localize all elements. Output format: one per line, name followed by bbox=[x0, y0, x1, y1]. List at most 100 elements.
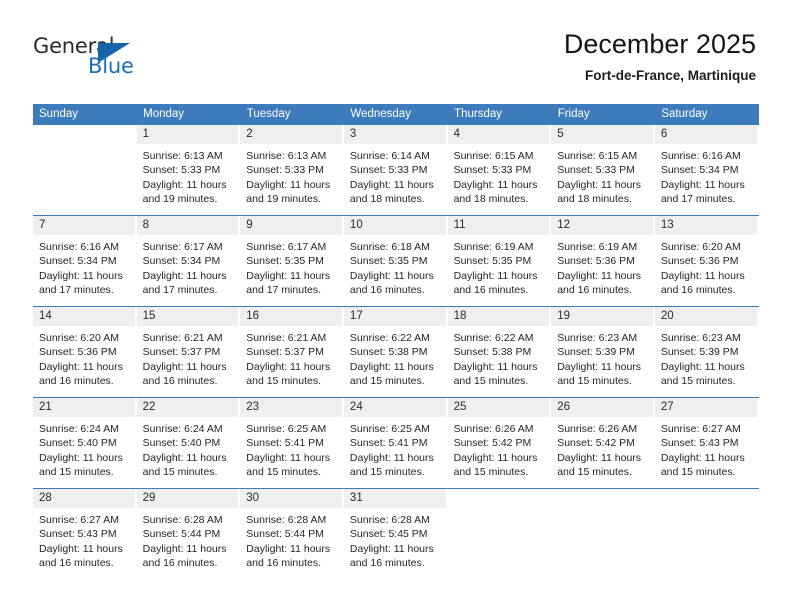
day-sun-info: Sunrise: 6:24 AM Sunset: 5:40 PM Daylight:… bbox=[137, 417, 241, 480]
day-info-line: Sunset: 5:38 PM bbox=[349, 346, 428, 359]
day-info-line: Sunrise: 6:23 AM bbox=[557, 332, 638, 344]
calendar-day-cell[interactable]: 22 Sunrise: 6:24 AM Sunset: 5:40 PM Dayligh… bbox=[136, 397, 241, 489]
day-info-line: and 16 minutes. bbox=[39, 557, 114, 570]
calendar-day-cell[interactable]: 18 Sunrise: 6:22 AM Sunset: 5:38 PM Dayligh… bbox=[447, 306, 552, 398]
calendar-day-cell[interactable]: 14 Sunrise: 6:20 AM Sunset: 5:36 PM Dayligh… bbox=[33, 306, 137, 398]
day-info-line: and 16 minutes. bbox=[557, 284, 632, 297]
weekday-header-wednesday: Wednesday bbox=[343, 104, 449, 125]
day-info-line: Sunrise: 6:25 AM bbox=[349, 423, 430, 435]
title-block: December 2025 Fort-de-France, Martinique bbox=[564, 29, 756, 84]
day-info-line: Sunrise: 6:20 AM bbox=[39, 332, 119, 344]
calendar-day-cell[interactable]: 3 Sunrise: 6:14 AM Sunset: 5:33 PM Daylight… bbox=[343, 125, 448, 216]
calendar-day-cell[interactable]: 20 Sunrise: 6:23 AM Sunset: 5:39 PM Dayligh… bbox=[654, 306, 759, 398]
calendar-week-row: 28 Sunrise: 6:27 AM Sunset: 5:43 PM Dayligh… bbox=[33, 488, 759, 579]
calendar-day-cell[interactable]: 25 Sunrise: 6:26 AM Sunset: 5:42 PM Dayligh… bbox=[447, 397, 552, 489]
day-number: 26 bbox=[551, 398, 655, 417]
calendar-week-row: 1 Sunrise: 6:13 AM Sunset: 5:33 PM Daylight… bbox=[33, 125, 759, 216]
calendar-day-cell[interactable]: 28 Sunrise: 6:27 AM Sunset: 5:43 PM Dayligh… bbox=[33, 488, 137, 579]
day-number: 22 bbox=[136, 398, 241, 417]
calendar-day-cell[interactable]: 24 Sunrise: 6:25 AM Sunset: 5:41 PM Dayligh… bbox=[343, 397, 448, 489]
calendar-day-cell[interactable]: 30 Sunrise: 6:28 AM Sunset: 5:44 PM Dayligh… bbox=[240, 488, 344, 579]
calendar-body: 1 Sunrise: 6:13 AM Sunset: 5:33 PM Daylight… bbox=[33, 125, 759, 579]
day-sun-info: Sunrise: 6:21 AM Sunset: 5:37 PM Daylight:… bbox=[137, 326, 241, 389]
day-info-line: Sunrise: 6:27 AM bbox=[660, 423, 741, 435]
day-info-line: Sunrise: 6:25 AM bbox=[246, 423, 327, 435]
day-number: 30 bbox=[240, 489, 344, 508]
calendar-day-cell[interactable]: 15 Sunrise: 6:21 AM Sunset: 5:37 PM Dayligh… bbox=[136, 306, 241, 398]
day-info-line: Sunset: 5:37 PM bbox=[142, 346, 221, 359]
day-info-line: Daylight: 11 hours bbox=[142, 360, 227, 373]
calendar-day-cell[interactable]: 17 Sunrise: 6:22 AM Sunset: 5:38 PM Dayligh… bbox=[343, 306, 448, 398]
day-number: 15 bbox=[136, 307, 241, 326]
day-info-line: Sunrise: 6:15 AM bbox=[453, 150, 534, 162]
day-info-line: Sunrise: 6:24 AM bbox=[39, 423, 119, 435]
day-sun-info: Sunrise: 6:26 AM Sunset: 5:42 PM Daylight:… bbox=[551, 417, 655, 480]
calendar-day-cell[interactable]: 10 Sunrise: 6:18 AM Sunset: 5:35 PM Dayligh… bbox=[343, 215, 448, 307]
day-info-line: and 15 minutes. bbox=[349, 466, 425, 479]
calendar-cell-empty bbox=[447, 488, 552, 579]
calendar-day-cell[interactable]: 8 Sunrise: 6:17 AM Sunset: 5:34 PM Daylight… bbox=[136, 215, 241, 307]
day-info-line: Daylight: 11 hours bbox=[39, 360, 123, 373]
day-info-line: and 15 minutes. bbox=[557, 466, 632, 479]
calendar-day-cell[interactable]: 11 Sunrise: 6:19 AM Sunset: 5:35 PM Dayligh… bbox=[447, 215, 552, 307]
day-sun-info: Sunrise: 6:28 AM Sunset: 5:44 PM Daylight:… bbox=[240, 508, 344, 571]
day-sun-info: Sunrise: 6:18 AM Sunset: 5:35 PM Daylight:… bbox=[344, 235, 448, 298]
day-info-line: Sunset: 5:36 PM bbox=[660, 255, 739, 268]
calendar-day-cell[interactable]: 26 Sunrise: 6:26 AM Sunset: 5:42 PM Dayligh… bbox=[551, 397, 655, 489]
day-info-line: Sunset: 5:36 PM bbox=[557, 255, 635, 268]
day-info-line: Daylight: 11 hours bbox=[660, 451, 745, 464]
day-number bbox=[33, 125, 137, 144]
day-info-line: and 15 minutes. bbox=[453, 466, 529, 479]
general-blue-logo[interactable]: General Blue bbox=[33, 36, 163, 88]
calendar-day-cell[interactable]: 2 Sunrise: 6:13 AM Sunset: 5:33 PM Daylight… bbox=[240, 125, 344, 216]
day-sun-info: Sunrise: 6:19 AM Sunset: 5:36 PM Daylight:… bbox=[551, 235, 655, 298]
weekday-header-thursday: Thursday bbox=[447, 104, 552, 125]
day-info-line: and 16 minutes. bbox=[660, 284, 736, 297]
day-sun-info: Sunrise: 6:24 AM Sunset: 5:40 PM Daylight:… bbox=[33, 417, 137, 480]
day-sun-info: Sunrise: 6:13 AM Sunset: 5:33 PM Daylight:… bbox=[137, 144, 241, 207]
day-info-line: Sunrise: 6:13 AM bbox=[142, 150, 223, 162]
day-info-line: and 15 minutes. bbox=[142, 466, 218, 479]
day-sun-info: Sunrise: 6:15 AM Sunset: 5:33 PM Daylight:… bbox=[551, 144, 655, 207]
calendar-day-cell[interactable]: 16 Sunrise: 6:21 AM Sunset: 5:37 PM Dayligh… bbox=[240, 306, 344, 398]
day-info-line: Sunrise: 6:16 AM bbox=[39, 241, 119, 253]
day-info-line: Sunrise: 6:27 AM bbox=[39, 514, 119, 526]
calendar-day-cell[interactable]: 5 Sunrise: 6:15 AM Sunset: 5:33 PM Daylight… bbox=[551, 125, 655, 216]
logo-text-blue: Blue bbox=[88, 54, 134, 78]
day-info-line: Daylight: 11 hours bbox=[246, 360, 331, 373]
day-sun-info: Sunrise: 6:25 AM Sunset: 5:41 PM Daylight:… bbox=[240, 417, 344, 480]
day-info-line: Sunrise: 6:21 AM bbox=[246, 332, 327, 344]
day-info-line: Sunrise: 6:28 AM bbox=[246, 514, 327, 526]
calendar-day-cell[interactable]: 19 Sunrise: 6:23 AM Sunset: 5:39 PM Dayligh… bbox=[551, 306, 655, 398]
day-info-line: Daylight: 11 hours bbox=[453, 269, 538, 282]
calendar-day-cell[interactable]: 7 Sunrise: 6:16 AM Sunset: 5:34 PM Daylight… bbox=[33, 215, 137, 307]
calendar-day-cell[interactable]: 1 Sunrise: 6:13 AM Sunset: 5:33 PM Daylight… bbox=[136, 125, 241, 216]
day-info-line: Sunset: 5:43 PM bbox=[39, 528, 117, 541]
day-info-line: Sunset: 5:34 PM bbox=[39, 255, 117, 268]
day-info-line: Sunset: 5:33 PM bbox=[142, 164, 221, 177]
calendar-day-cell[interactable]: 29 Sunrise: 6:28 AM Sunset: 5:44 PM Dayligh… bbox=[136, 488, 241, 579]
calendar-day-cell[interactable]: 31 Sunrise: 6:28 AM Sunset: 5:45 PM Dayligh… bbox=[343, 488, 448, 579]
day-info-line: Sunset: 5:33 PM bbox=[349, 164, 428, 177]
day-number: 21 bbox=[33, 398, 137, 417]
day-info-line: Daylight: 11 hours bbox=[246, 178, 331, 191]
calendar-day-cell[interactable]: 23 Sunrise: 6:25 AM Sunset: 5:41 PM Dayligh… bbox=[240, 397, 344, 489]
day-info-line: Daylight: 11 hours bbox=[349, 269, 434, 282]
day-number: 18 bbox=[447, 307, 552, 326]
day-sun-info: Sunrise: 6:28 AM Sunset: 5:45 PM Daylight:… bbox=[344, 508, 448, 571]
calendar-day-cell[interactable]: 13 Sunrise: 6:20 AM Sunset: 5:36 PM Dayligh… bbox=[654, 215, 759, 307]
day-info-line: and 19 minutes. bbox=[246, 193, 321, 206]
day-number: 8 bbox=[136, 216, 241, 235]
calendar-day-cell[interactable]: 12 Sunrise: 6:19 AM Sunset: 5:36 PM Dayligh… bbox=[551, 215, 655, 307]
calendar-day-cell[interactable]: 6 Sunrise: 6:16 AM Sunset: 5:34 PM Daylight… bbox=[654, 125, 759, 216]
calendar-day-cell[interactable]: 4 Sunrise: 6:15 AM Sunset: 5:33 PM Daylight… bbox=[447, 125, 552, 216]
day-info-line: Daylight: 11 hours bbox=[39, 451, 123, 464]
day-number: 12 bbox=[551, 216, 655, 235]
calendar-day-cell[interactable]: 9 Sunrise: 6:17 AM Sunset: 5:35 PM Daylight… bbox=[240, 215, 344, 307]
calendar-day-cell[interactable]: 21 Sunrise: 6:24 AM Sunset: 5:40 PM Dayligh… bbox=[33, 397, 137, 489]
day-info-line: Daylight: 11 hours bbox=[557, 178, 642, 191]
day-info-line: Daylight: 11 hours bbox=[142, 269, 227, 282]
calendar-day-cell[interactable]: 27 Sunrise: 6:27 AM Sunset: 5:43 PM Dayligh… bbox=[654, 397, 759, 489]
day-sun-info: Sunrise: 6:27 AM Sunset: 5:43 PM Daylight:… bbox=[655, 417, 759, 480]
weekday-header-monday: Monday bbox=[136, 104, 241, 125]
